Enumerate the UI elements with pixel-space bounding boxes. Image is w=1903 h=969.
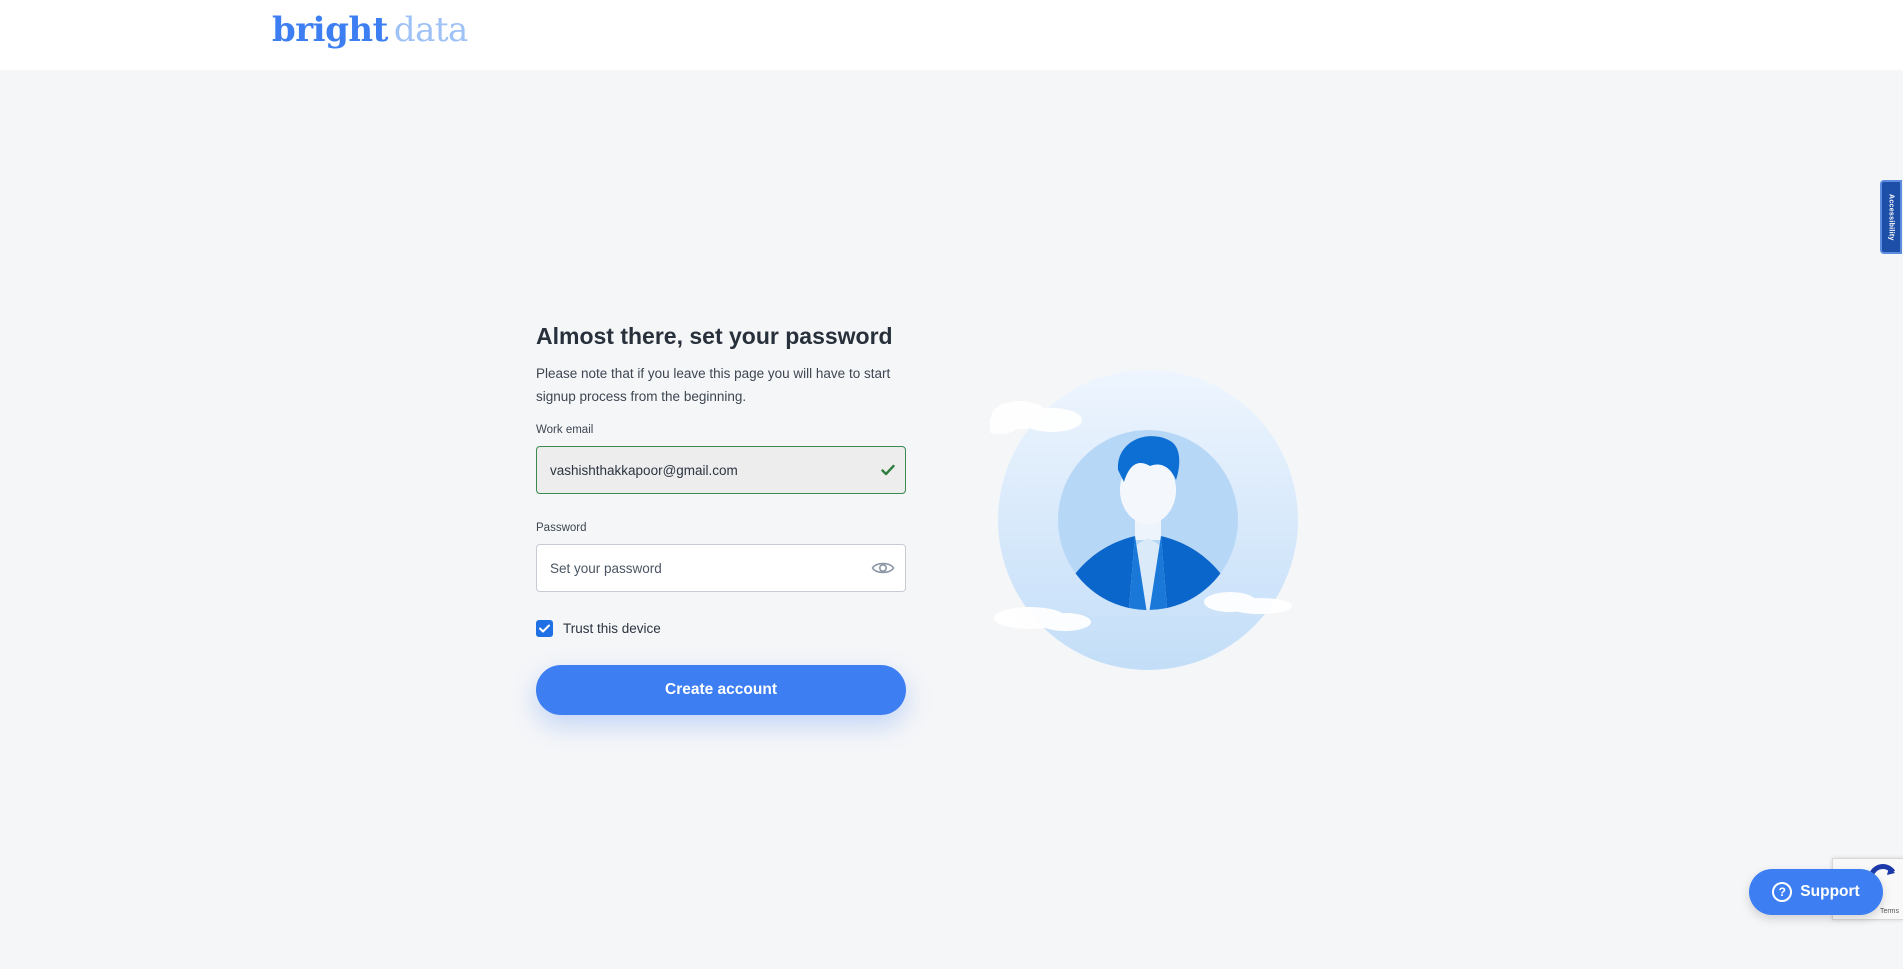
user-avatar-illustration: [982, 370, 1310, 680]
support-label: Support: [1800, 883, 1860, 900]
create-account-button[interactable]: Create account: [536, 665, 906, 715]
checkmark-icon: [539, 624, 550, 633]
top-bar: bright data: [0, 0, 1903, 70]
logo-word-bright: bright: [272, 10, 388, 50]
eye-icon[interactable]: [871, 560, 895, 576]
signup-password-form: Almost there, set your password Please n…: [536, 320, 908, 715]
password-placeholder: Set your password: [550, 560, 662, 576]
support-button[interactable]: ? Support: [1749, 869, 1883, 915]
password-field[interactable]: Set your password: [536, 544, 906, 592]
accessibility-tab[interactable]: Accessibility: [1880, 180, 1902, 254]
password-label: Password: [536, 522, 587, 534]
email-value: vashishthakkapoor@gmail.com: [550, 462, 738, 478]
trust-device-checkbox[interactable]: [536, 620, 553, 637]
email-label: Work email: [536, 424, 594, 436]
signup-note: Please note that if you leave this page …: [536, 366, 891, 404]
page-title: Almost there, set your password: [536, 323, 893, 349]
recaptcha-terms[interactable]: Terms: [1880, 908, 1899, 915]
bright-data-logo[interactable]: bright data: [272, 8, 468, 52]
email-field[interactable]: vashishthakkapoor@gmail.com: [536, 446, 906, 494]
trust-device-label: Trust this device: [563, 621, 661, 636]
logo-word-data: data: [393, 10, 468, 50]
help-icon: ?: [1772, 882, 1793, 902]
accessibility-label: Accessibility: [1887, 193, 1895, 241]
check-icon: [881, 464, 895, 476]
trust-device-row[interactable]: Trust this device: [536, 620, 908, 637]
